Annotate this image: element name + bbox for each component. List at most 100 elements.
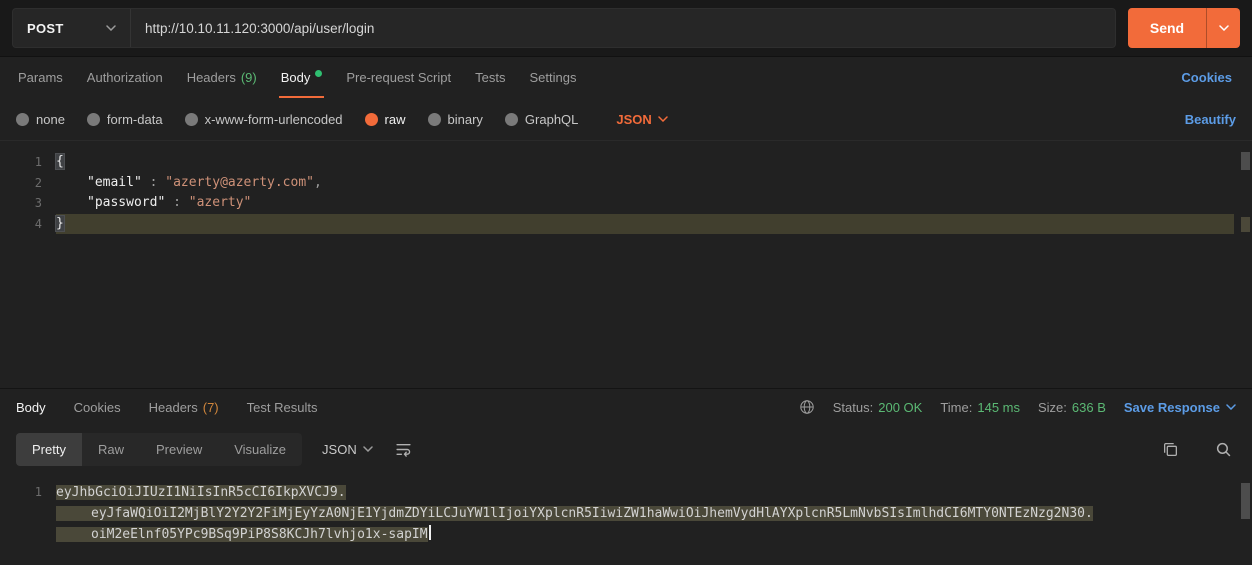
time-badge: Time: 145 ms (940, 400, 1020, 415)
language-label: JSON (322, 442, 357, 457)
chevron-down-icon (106, 25, 116, 31)
send-button[interactable]: Send (1128, 8, 1206, 48)
chevron-down-icon (363, 446, 373, 452)
jwt-token-part-2: eyJfaWQiOiI2MjBlY2Y2Y2FiMjEyYzA0NjE1Yjdm… (56, 506, 1093, 521)
body-type-binary[interactable]: binary (428, 112, 483, 127)
radio-label: GraphQL (525, 112, 578, 127)
view-tab-visualize[interactable]: Visualize (218, 433, 302, 466)
radio-icon (185, 113, 198, 126)
editor-scrollbar-marker (1241, 217, 1250, 232)
response-line: 1 eyJhbGciOiJIUzI1NiIsInR5cCI6IkpXVCJ9. (0, 482, 1252, 503)
response-line: oiM2eElnf05YPc9BSq9PiP8S8KCJh7lvhjo1x-sa… (0, 524, 1252, 545)
response-toolbar: Pretty Raw Preview Visualize JSON (0, 425, 1252, 473)
editor-scrollbar-thumb[interactable] (1241, 152, 1250, 170)
save-response-button[interactable]: Save Response (1124, 400, 1236, 415)
json-comma: , (314, 175, 322, 190)
send-button-group: Send (1128, 8, 1240, 48)
json-value: "azerty" (189, 195, 252, 210)
tab-label: Headers (187, 70, 236, 85)
line-number: 1 (0, 152, 56, 173)
tab-tests[interactable]: Tests (463, 57, 517, 98)
request-tabs: Params Authorization Headers (9) Body Pr… (0, 57, 1252, 98)
tab-label: Authorization (87, 70, 163, 85)
close-brace: } (56, 216, 64, 231)
chevron-down-icon (1226, 404, 1236, 410)
body-type-x-www-form-urlencoded[interactable]: x-www-form-urlencoded (185, 112, 343, 127)
body-type-graphql[interactable]: GraphQL (505, 112, 578, 127)
request-body-editor[interactable]: 1 { 2 "email" : "azerty@azerty.com", 3 "… (0, 140, 1252, 388)
radio-label: x-www-form-urlencoded (205, 112, 343, 127)
tab-authorization[interactable]: Authorization (75, 57, 175, 98)
copy-icon (1162, 441, 1179, 458)
line-number: 4 (0, 214, 56, 235)
wrap-text-icon (395, 441, 412, 458)
line-number (0, 503, 56, 524)
tab-settings[interactable]: Settings (517, 57, 588, 98)
tab-label: Body (281, 70, 311, 85)
editor-line: 1 { (0, 152, 1252, 173)
tab-label: Pre-request Script (346, 70, 451, 85)
url-input[interactable] (131, 9, 1115, 47)
tab-label: Test Results (247, 400, 318, 415)
line-number: 3 (0, 193, 56, 214)
body-type-raw[interactable]: raw (365, 112, 406, 127)
response-line: eyJfaWQiOiI2MjBlY2Y2Y2FiMjEyYzA0NjE1Yjdm… (0, 503, 1252, 524)
response-body[interactable]: 1 eyJhbGciOiJIUzI1NiIsInR5cCI6IkpXVCJ9. … (0, 473, 1252, 565)
headers-count-badge: (9) (241, 70, 257, 85)
response-tab-headers[interactable]: Headers (7) (149, 400, 219, 415)
tab-pre-request-script[interactable]: Pre-request Script (334, 57, 463, 98)
json-key: "email" (87, 175, 142, 190)
tab-label: Body (16, 400, 46, 415)
chevron-down-icon (658, 116, 668, 122)
jwt-token-part-1: eyJhbGciOiJIUzI1NiIsInR5cCI6IkpXVCJ9. (56, 485, 346, 500)
search-icon (1215, 441, 1232, 458)
tab-headers[interactable]: Headers (9) (175, 57, 269, 98)
globe-icon (799, 399, 815, 415)
tab-body[interactable]: Body (269, 57, 335, 98)
radio-icon (16, 113, 29, 126)
tab-params[interactable]: Params (6, 57, 75, 98)
response-language-dropdown[interactable]: JSON (322, 442, 373, 457)
radio-icon (505, 113, 518, 126)
response-tab-test-results[interactable]: Test Results (247, 400, 318, 415)
method-label: POST (27, 21, 64, 36)
text-cursor (429, 525, 431, 540)
wrap-text-button[interactable] (391, 437, 416, 462)
response-header: Body Cookies Headers (7) Test Results St… (0, 388, 1252, 425)
beautify-link[interactable]: Beautify (1185, 112, 1236, 127)
body-language-dropdown[interactable]: JSON (616, 112, 667, 127)
send-options-button[interactable] (1206, 8, 1240, 48)
language-label: JSON (616, 112, 651, 127)
radio-selected-icon (365, 113, 378, 126)
view-tab-preview[interactable]: Preview (140, 433, 218, 466)
method-dropdown[interactable]: POST (13, 9, 131, 47)
view-tab-pretty[interactable]: Pretty (16, 433, 82, 466)
radio-icon (428, 113, 441, 126)
json-colon: : (165, 195, 188, 210)
search-response-button[interactable] (1211, 437, 1236, 462)
cookies-link[interactable]: Cookies (1167, 57, 1246, 98)
request-url-bar: POST Send (0, 0, 1252, 57)
response-headers-count-badge: (7) (203, 400, 219, 415)
editor-line: 3 "password" : "azerty" (0, 193, 1252, 214)
response-view-tabs: Pretty Raw Preview Visualize (16, 433, 302, 466)
size-badge: Size: 636 B (1038, 400, 1106, 415)
response-tab-cookies[interactable]: Cookies (74, 400, 121, 415)
radio-icon (87, 113, 100, 126)
status-badge: Status: 200 OK (833, 400, 923, 415)
tab-label: Tests (475, 70, 505, 85)
body-type-none[interactable]: none (16, 112, 65, 127)
json-key: "password" (87, 195, 165, 210)
tab-label: Params (18, 70, 63, 85)
url-container: POST (12, 8, 1116, 48)
response-scrollbar-thumb[interactable] (1241, 483, 1250, 519)
tab-label: Cookies (74, 400, 121, 415)
body-type-form-data[interactable]: form-data (87, 112, 163, 127)
editor-line: 2 "email" : "azerty@azerty.com", (0, 173, 1252, 194)
response-meta: Status: 200 OK Time: 145 ms Size: 636 B … (799, 399, 1236, 415)
response-tab-body[interactable]: Body (16, 400, 46, 415)
view-tab-raw[interactable]: Raw (82, 433, 140, 466)
copy-response-button[interactable] (1158, 437, 1183, 462)
radio-label: form-data (107, 112, 163, 127)
body-present-dot-icon (315, 70, 322, 77)
